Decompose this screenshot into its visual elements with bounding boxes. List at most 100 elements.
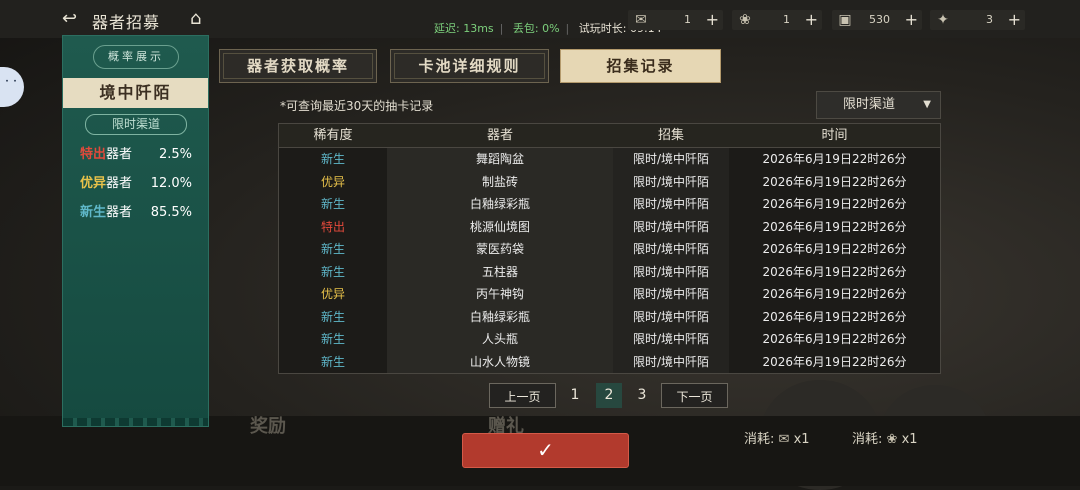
add-resource-button[interactable]: + <box>1008 10 1021 30</box>
records-table: 稀有度 器者 招集 时间 新生 舞蹈陶盆 限时/境中阡陌 2026年6月19日22时2… <box>278 123 941 374</box>
page-2-button[interactable]: 2 <box>596 383 622 408</box>
rarity-cell: 优异 <box>320 287 345 301</box>
time-cell: 2026年6月19日22时26分 <box>762 354 907 369</box>
bg-reward-label: 奖励 <box>250 416 286 437</box>
time-cell: 2026年6月19日22时26分 <box>762 152 907 166</box>
resource-value: 3 <box>986 13 993 26</box>
header-pool: 招集 <box>657 128 684 143</box>
status-separator: | <box>565 22 570 35</box>
cost-qty: x1 <box>901 432 918 447</box>
table-row: 优异 丙午神钩 限时/境中阡陌 2026年6月19日22时26分 <box>279 283 940 306</box>
name-cell: 山水人物镜 <box>387 350 613 374</box>
time-cell: 2026年6月19日22时26分 <box>762 309 907 324</box>
resource-value: 1 <box>783 13 790 26</box>
back-arrow-icon[interactable]: ↩ <box>62 8 90 30</box>
confirm-button[interactable]: ✓ <box>462 433 629 468</box>
next-page-button[interactable]: 下一页 <box>661 383 728 408</box>
prev-page-button[interactable]: 上一页 <box>489 383 556 408</box>
resource-value: 1 <box>684 13 691 26</box>
rarity-word: 器者 <box>106 147 133 162</box>
pool-cell: 限时/境中阡陌 <box>613 215 729 239</box>
table-row: 新生 蒙医药袋 限时/境中阡陌 2026年6月19日22时26分 <box>279 238 940 261</box>
top-bar: ↩ 器者招募 ⌂ 延迟: 13ms | 丢包: 0% | 试玩时长: 09:14 ✉… <box>0 0 1080 38</box>
pool-cell: 限时/境中阡陌 <box>613 283 729 306</box>
resource-token: ❀ 1 + <box>732 10 822 30</box>
dropdown-arrow-icon: ▼ <box>923 99 931 110</box>
channel-badge: 限时渠道 <box>85 114 187 135</box>
time-cell: 2026年6月19日22时26分 <box>762 264 907 279</box>
rarity-cell: 新生 <box>320 309 345 324</box>
pool-cell: 限时/境中阡陌 <box>613 193 729 216</box>
header-name: 器者 <box>486 128 513 143</box>
rarity-word: 器者 <box>106 205 133 220</box>
rate-row-special: 特出器者 2.5% <box>80 146 192 164</box>
rarity-word: 器者 <box>106 176 133 191</box>
header-time: 时间 <box>821 128 848 143</box>
packet-loss-text: 丢包: 0% <box>512 22 560 35</box>
table-row: 特出 桃源仙境图 限时/境中阡陌 2026年6月19日22时26分 <box>279 215 940 239</box>
pool-cell: 限时/境中阡陌 <box>613 350 729 374</box>
table-row: 新生 山水人物镜 限时/境中阡陌 2026年6月19日22时26分 <box>279 350 940 374</box>
name-cell: 人头瓶 <box>387 328 613 351</box>
cost-token: 消耗: ❀ x1 <box>852 428 918 447</box>
header-rarity: 稀有度 <box>313 128 353 143</box>
tab-recruit-records[interactable]: 招集记录 <box>560 49 721 83</box>
time-cell: 2026年6月19日22时26分 <box>762 197 907 211</box>
pool-title: 境中阡陌 <box>63 78 208 108</box>
rarity-cell: 新生 <box>320 152 345 166</box>
cost-qty: x1 <box>793 432 810 447</box>
name-cell: 五柱器 <box>387 260 613 284</box>
check-icon: ✓ <box>537 438 554 462</box>
rate-percent: 12.0% <box>150 176 192 191</box>
tab-pool-rules[interactable]: 卡池详细规则 <box>390 49 549 83</box>
home-icon[interactable]: ⌂ <box>190 8 212 30</box>
pool-cell: 限时/境中阡陌 <box>613 328 729 351</box>
resource-box: ▣ 530 + <box>832 10 922 30</box>
cost-label: 消耗: <box>744 432 775 447</box>
cost-label: 消耗: <box>852 432 883 447</box>
box-icon: ▣ <box>838 12 852 28</box>
page-1-button[interactable]: 1 <box>562 383 588 408</box>
pool-cell: 限时/境中阡陌 <box>613 238 729 261</box>
add-resource-button[interactable]: + <box>706 10 719 30</box>
time-cell: 2026年6月19日22时26分 <box>762 332 907 346</box>
rarity-cell: 新生 <box>320 354 345 369</box>
add-resource-button[interactable]: + <box>805 10 818 30</box>
time-cell: 2026年6月19日22时26分 <box>762 242 907 256</box>
probability-panel: 概率展示 境中阡陌 限时渠道 特出器者 2.5% 优异器者 12.0% 新生器者… <box>62 35 209 427</box>
rate-percent: 85.5% <box>150 205 192 220</box>
name-cell: 制盐砖 <box>387 170 613 194</box>
rate-row-excellent: 优异器者 12.0% <box>80 175 192 193</box>
page-3-button[interactable]: 3 <box>629 383 655 408</box>
rate-percent: 2.5% <box>158 147 192 162</box>
table-row: 新生 人头瓶 限时/境中阡陌 2026年6月19日22时26分 <box>279 328 940 351</box>
records-note: *可查询最近30天的抽卡记录 <box>280 99 434 113</box>
token-icon: ❀ <box>739 12 751 28</box>
panel-border-decoration <box>63 418 208 426</box>
face-icon: ˙˙ <box>3 77 19 96</box>
time-cell: 2026年6月19日22时26分 <box>762 219 907 234</box>
probability-display-tab[interactable]: 概率展示 <box>93 45 179 69</box>
rarity-cell: 新生 <box>320 197 345 211</box>
rarity-label: 新生 <box>80 205 107 220</box>
pool-cell: 限时/境中阡陌 <box>613 260 729 284</box>
pool-cell: 限时/境中阡陌 <box>613 305 729 329</box>
channel-filter-dropdown[interactable]: 限时渠道 ▼ <box>816 91 941 119</box>
resource-value: 530 <box>869 13 890 26</box>
status-separator: | <box>499 22 504 35</box>
table-row: 新生 五柱器 限时/境中阡陌 2026年6月19日22时26分 <box>279 260 940 284</box>
cost-ticket: 消耗: ✉ x1 <box>744 428 810 447</box>
name-cell: 白釉绿彩瓶 <box>387 305 613 329</box>
pool-cell: 限时/境中阡陌 <box>613 170 729 194</box>
rarity-cell: 新生 <box>320 264 345 279</box>
rarity-cell: 新生 <box>320 242 345 256</box>
name-cell: 白釉绿彩瓶 <box>387 193 613 216</box>
latency-text: 延迟: 13ms <box>434 22 494 35</box>
pool-cell: 限时/境中阡陌 <box>613 148 729 171</box>
tab-acquire-probability[interactable]: 器者获取概率 <box>219 49 377 83</box>
dropdown-value: 限时渠道 <box>843 97 896 112</box>
name-cell: 桃源仙境图 <box>387 215 613 239</box>
table-header: 稀有度 器者 招集 时间 <box>279 124 940 148</box>
add-resource-button[interactable]: + <box>905 10 918 30</box>
name-cell: 丙午神钩 <box>387 283 613 306</box>
